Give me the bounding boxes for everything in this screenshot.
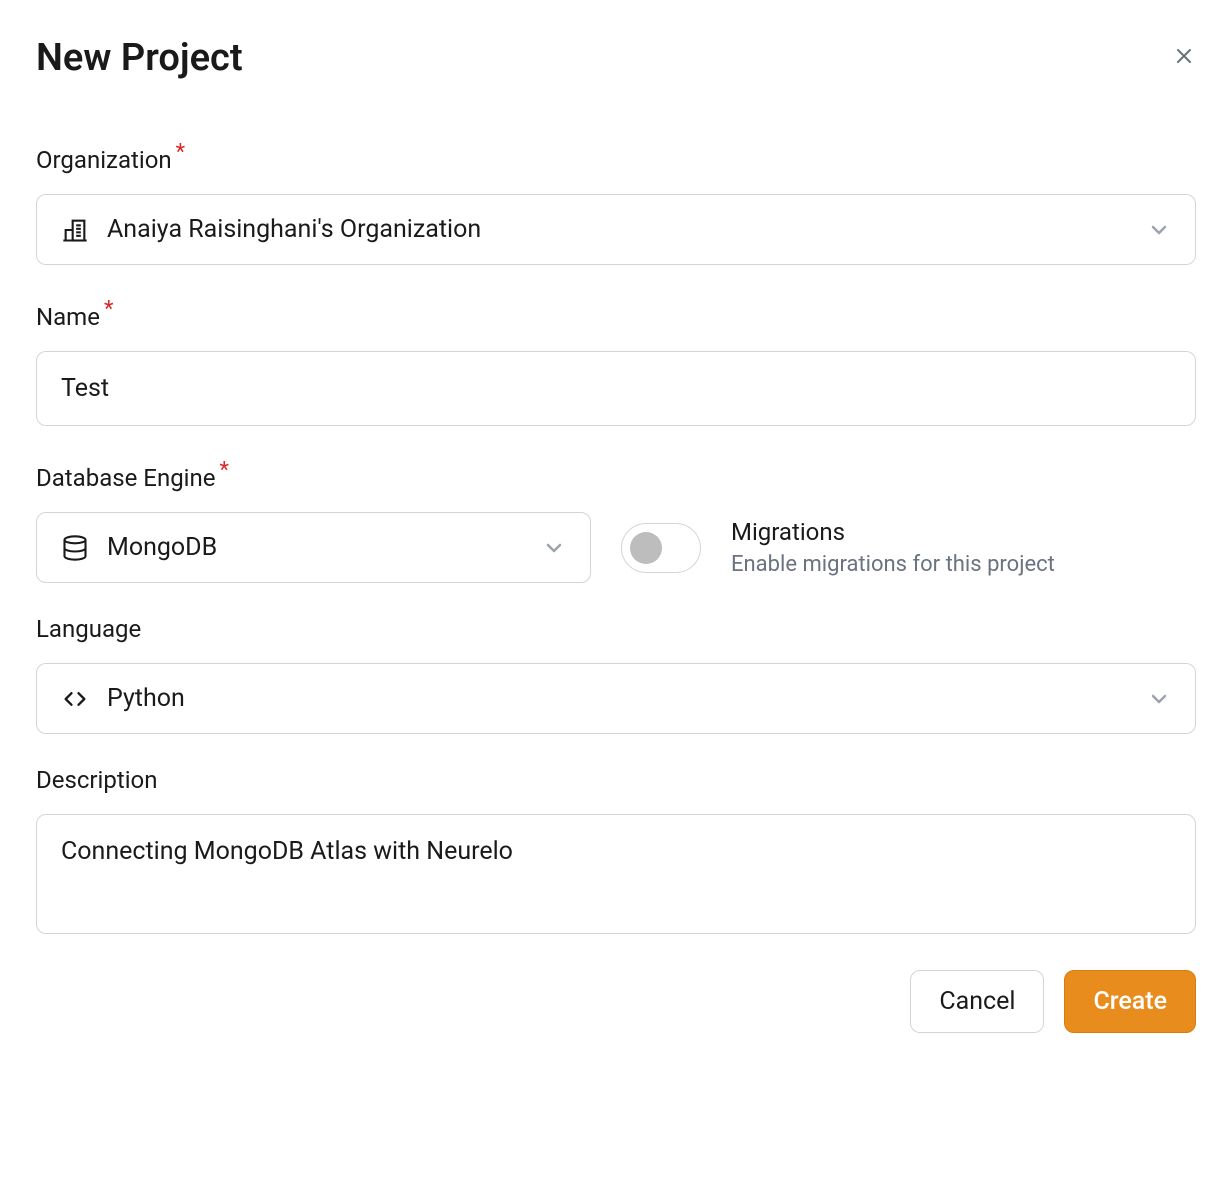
description-label: Description	[36, 766, 1196, 794]
chevron-down-icon	[542, 536, 566, 560]
description-input[interactable]	[36, 814, 1196, 934]
language-select[interactable]: Python	[36, 663, 1196, 734]
name-input[interactable]	[36, 351, 1196, 426]
required-asterisk: *	[176, 140, 185, 165]
organization-select[interactable]: Anaiya Raisinghani's Organization	[36, 194, 1196, 265]
required-asterisk: *	[220, 458, 229, 483]
migrations-text: Migrations Enable migrations for this pr…	[731, 518, 1055, 577]
database-icon	[61, 534, 89, 562]
cancel-button[interactable]: Cancel	[910, 970, 1044, 1033]
database-engine-select[interactable]: MongoDB	[36, 512, 591, 583]
toggle-knob	[630, 532, 662, 564]
chevron-down-icon	[1147, 687, 1171, 711]
language-value: Python	[107, 684, 1147, 713]
dialog-title: New Project	[36, 36, 243, 80]
code-icon	[61, 685, 89, 713]
name-label: Name*	[36, 297, 1196, 331]
organization-value: Anaiya Raisinghani's Organization	[107, 215, 1147, 244]
building-icon	[61, 216, 89, 244]
close-icon	[1172, 44, 1196, 68]
close-button[interactable]	[1172, 44, 1196, 72]
chevron-down-icon	[1147, 218, 1171, 242]
create-button[interactable]: Create	[1064, 970, 1196, 1033]
migrations-toggle[interactable]	[621, 523, 701, 573]
migrations-title: Migrations	[731, 518, 1055, 546]
database-engine-value: MongoDB	[107, 533, 542, 562]
migrations-subtitle: Enable migrations for this project	[731, 552, 1055, 577]
database-engine-label: Database Engine*	[36, 458, 1196, 492]
language-label: Language	[36, 615, 1196, 643]
organization-label: Organization*	[36, 140, 1196, 174]
required-asterisk: *	[104, 297, 113, 322]
